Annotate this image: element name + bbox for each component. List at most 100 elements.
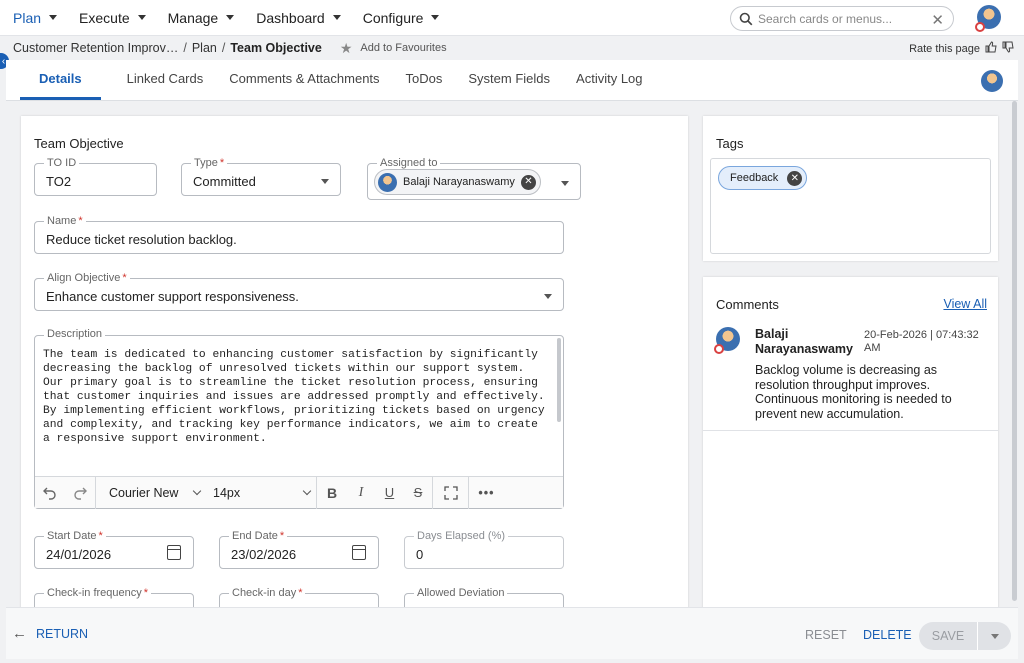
chevron-down-icon [192,486,202,496]
fullscreen-icon[interactable] [433,485,468,500]
remove-tag-icon[interactable]: ✕ [787,170,803,186]
breadcrumb-item[interactable]: Customer Retention Improv… [13,41,178,55]
owner-avatar[interactable] [981,70,1003,92]
redo-icon[interactable] [65,486,95,500]
tab-linked-cards[interactable]: Linked Cards [127,60,204,100]
rate-label: Rate this page [909,42,980,55]
font-size-value: 14px [213,485,241,500]
font-family-value: Courier New [109,485,179,500]
divider [703,430,998,431]
italic-icon[interactable]: I [347,485,375,501]
page-scrollbar[interactable] [1012,101,1018,607]
checkin-frequency-label: Check-in frequency * [44,586,152,600]
tags-input[interactable]: Feedback ✕ [710,158,991,254]
more-icon[interactable]: ••• [469,486,504,500]
view-all-link[interactable]: View All [943,297,987,311]
search-input[interactable] [758,11,928,26]
description-editor: Description The team is dedicated to enh… [34,328,564,509]
chevron-down-icon [990,633,999,639]
calendar-icon[interactable] [352,545,366,560]
dropdown-arrow-icon [321,179,329,184]
align-objective-label: Align Objective * [44,271,130,285]
add-to-favourites-button[interactable]: ★ Add to Favourites [340,40,447,57]
tab-details[interactable]: Details [20,60,101,100]
assigned-to-label: Assigned to [377,156,441,170]
comment-body: Backlog volume is decreasing as resoluti… [755,363,952,421]
description-text[interactable]: The team is dedicated to enhancing custo… [43,348,548,476]
user-avatar[interactable] [975,5,1001,32]
strikethrough-icon[interactable]: S [404,485,432,500]
chevron-down-icon [332,15,341,20]
remove-assignee-icon[interactable]: ✕ [520,174,536,190]
comment-timestamp: 20-Feb-2026 | 07:43:32 AM [864,329,979,354]
tags-card: Tags Feedback ✕ [703,116,998,261]
nav-configure-label: Configure [362,9,424,26]
thumbs-up-icon[interactable] [985,41,997,56]
assignee-chip: Balaji Narayanaswamy ✕ [374,169,541,195]
save-options-button[interactable] [978,633,1011,639]
breadcrumb: Customer Retention Improv… / Plan / Team… [0,36,1024,60]
align-objective-select[interactable]: Align Objective * Enhance customer suppor… [34,271,564,311]
nav-dashboard-label: Dashboard [256,9,325,26]
bold-icon[interactable]: B [317,485,347,501]
underline-icon[interactable]: U [375,485,404,500]
name-value: Reduce ticket resolution backlog. [46,232,237,247]
thumbs-down-icon[interactable] [1002,41,1014,56]
breadcrumb-separator: / [221,41,226,55]
star-icon: ★ [339,39,353,56]
nav-plan[interactable]: Plan [13,10,58,26]
to-id-field[interactable]: TO ID TO2 [34,156,157,196]
nav-dashboard[interactable]: Dashboard [256,10,341,26]
tag-chip: Feedback ✕ [718,166,808,190]
tab-comments-attachments[interactable]: Comments & Attachments [229,60,379,100]
tab-system-fields[interactable]: System Fields [468,60,550,100]
nav-manage[interactable]: Manage [168,10,235,26]
reset-button[interactable]: RESET [805,628,847,642]
section-title: Team Objective [34,136,124,151]
type-select[interactable]: Type * Committed [181,156,341,196]
nav-execute[interactable]: Execute [79,10,146,26]
align-objective-value: Enhance customer support responsiveness. [46,289,299,304]
tab-todos[interactable]: ToDos [406,60,443,100]
nav-configure[interactable]: Configure [363,10,440,26]
save-button[interactable]: SAVE [919,629,977,643]
delete-button[interactable]: DELETE [863,628,912,642]
end-date-field[interactable]: End Date * 23/02/2026 [219,529,379,569]
type-label: Type * [191,156,228,170]
chevron-down-icon [226,15,235,20]
description-scrollbar[interactable] [557,338,561,422]
calendar-icon[interactable] [167,545,181,560]
start-date-value: 24/01/2026 [46,547,112,562]
tab-bar: Details Linked Cards Comments & Attachme… [6,60,1018,101]
return-label: RETURN [36,626,89,641]
nav-manage-label: Manage [167,9,219,26]
end-date-value: 23/02/2026 [231,547,297,562]
tags-title: Tags [716,136,744,151]
name-label: Name * [44,214,86,228]
nav-execute-label: Execute [79,9,130,26]
favourites-label: Add to Favourites [360,42,447,54]
font-size-select[interactable]: 14px [206,486,316,500]
start-date-field[interactable]: Start Date * 24/01/2026 [34,529,194,569]
scrollbar-thumb[interactable] [1012,101,1017,601]
editor-toolbar: Courier New 14px B I U S ••• [35,476,563,509]
page-title: Team Objective [230,41,322,55]
chevron-down-icon [431,15,440,20]
to-id-value: TO2 [46,174,72,189]
breadcrumb-item[interactable]: Plan [192,41,217,55]
badge-icon [975,22,985,32]
return-button[interactable]: ← RETURN [12,625,88,642]
details-card: Team Objective TO ID TO2 Type * Committed… [21,116,688,626]
end-date-label: End Date * [229,529,288,543]
name-field[interactable]: Name * Reduce ticket resolution backlog. [34,214,564,254]
tag-label: Feedback [730,172,779,184]
tab-activity-log[interactable]: Activity Log [576,60,642,100]
close-icon[interactable]: ✕ [931,11,944,29]
type-value: Committed [193,174,256,189]
undo-icon[interactable] [35,486,65,500]
search-box: ✕ [730,6,954,31]
days-elapsed-value: 0 [416,547,424,562]
font-family-select[interactable]: Courier New [96,486,206,500]
assigned-to-select[interactable]: Assigned to Balaji Narayanaswamy ✕ [367,156,581,200]
chevron-down-icon [137,15,146,20]
